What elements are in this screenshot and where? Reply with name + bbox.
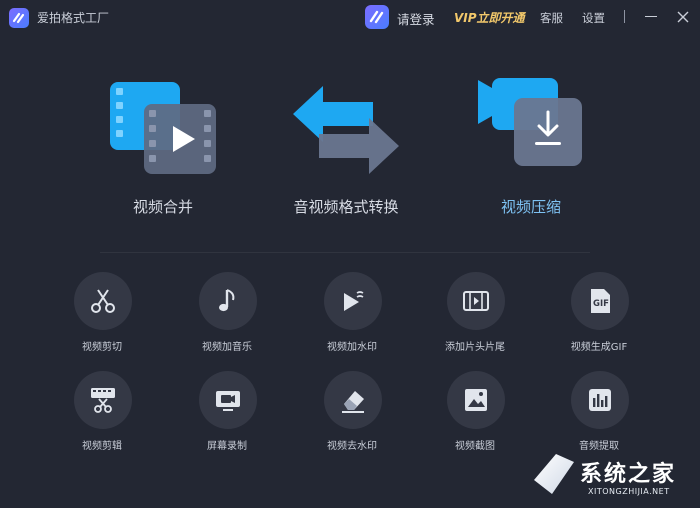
tool-label: 视频截图 [455, 441, 495, 452]
tool-add-watermark[interactable]: 视频加水印 [302, 272, 402, 364]
feature-video-merge[interactable]: 视频合并 [78, 74, 248, 222]
titlebar-divider [624, 10, 625, 23]
tool-video-screenshot[interactable]: 视频截图 [425, 371, 525, 463]
title-bar: 爱拍格式工厂 请登录 VIP立即开通 客服 设置 [0, 0, 700, 34]
video-compress-icon [446, 74, 616, 184]
minimize-icon[interactable] [645, 16, 657, 17]
tool-label: 视频加音乐 [202, 342, 252, 353]
watermark-url: XITONGZHIJIA.NET [588, 487, 670, 496]
feature-label: 音视频格式转换 [293, 198, 399, 216]
tool-label: 视频生成GIF [570, 342, 628, 353]
scissors-icon [74, 272, 132, 330]
feature-video-compress[interactable]: 视频压缩 [446, 74, 616, 222]
tool-add-intro-outro[interactable]: 添加片头片尾 [425, 272, 525, 364]
eraser-icon [324, 371, 382, 429]
play-watermark-icon [324, 272, 382, 330]
tool-label: 视频剪辑 [82, 441, 122, 452]
gif-badge-text: GIF [593, 299, 609, 309]
image-icon [447, 371, 505, 429]
video-merge-icon [78, 74, 248, 184]
tool-screen-record[interactable]: 屏幕录制 [177, 371, 277, 463]
film-scissors-icon [74, 371, 132, 429]
gif-icon: GIF [571, 272, 629, 330]
watermark-logo-icon [534, 454, 574, 494]
user-avatar-icon[interactable] [365, 5, 389, 29]
login-link[interactable]: 请登录 [397, 9, 435, 28]
vip-button[interactable]: VIP立即开通 [454, 9, 525, 26]
feature-label: 视频合并 [132, 198, 193, 216]
app-logo-icon [9, 8, 29, 28]
settings-link[interactable]: 设置 [582, 10, 605, 26]
tool-label: 添加片头片尾 [445, 342, 505, 353]
film-strip-icon [447, 272, 505, 330]
customer-service-link[interactable]: 客服 [540, 10, 563, 26]
section-divider [100, 252, 590, 253]
format-convert-icon [261, 74, 431, 184]
app-title: 爱拍格式工厂 [37, 11, 110, 25]
tool-video-cut[interactable]: 视频剪切 [52, 272, 152, 364]
screen-record-icon [199, 371, 257, 429]
tool-label: 视频剪切 [82, 342, 122, 353]
feature-label: 视频压缩 [500, 198, 561, 216]
tool-video-edit[interactable]: 视频剪辑 [52, 371, 152, 463]
watermark-title: 系统之家 [580, 462, 677, 487]
music-note-icon [199, 272, 257, 330]
tool-label: 视频加水印 [327, 342, 377, 353]
tool-remove-watermark[interactable]: 视频去水印 [302, 371, 402, 463]
close-icon[interactable] [676, 9, 690, 23]
audio-bars-icon [571, 371, 629, 429]
tool-add-music[interactable]: 视频加音乐 [177, 272, 277, 364]
tool-label: 视频去水印 [327, 441, 377, 452]
tool-video-to-gif[interactable]: GIF 视频生成GIF [549, 272, 649, 364]
feature-format-convert[interactable]: 音视频格式转换 [261, 74, 431, 222]
site-watermark: 系统之家 XITONGZHIJIA.NET [528, 450, 698, 506]
tool-label: 屏幕录制 [207, 441, 247, 452]
